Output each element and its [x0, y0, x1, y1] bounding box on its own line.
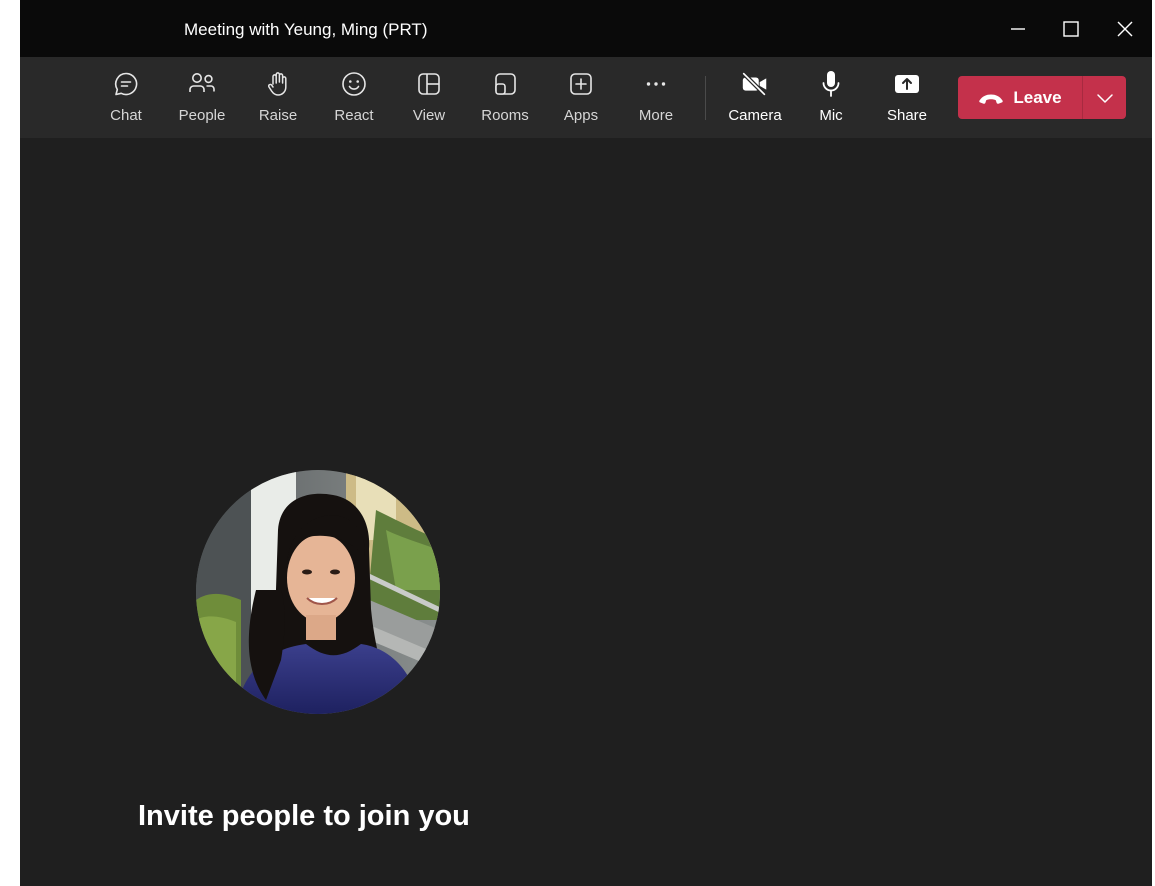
more-label: More — [638, 107, 674, 124]
react-button[interactable]: React — [319, 69, 389, 131]
chat-icon — [114, 72, 138, 96]
mic-button[interactable]: Mic — [796, 69, 866, 131]
meeting-toolbar: Chat People Raise React View Rooms Apps … — [20, 57, 1152, 138]
people-button[interactable]: People — [167, 69, 237, 131]
react-label: React — [334, 107, 374, 124]
leave-label: Leave — [1013, 87, 1062, 107]
mic-icon — [822, 71, 840, 97]
invite-people-text: Invite people to join you — [138, 800, 470, 832]
camera-button[interactable]: Camera — [720, 69, 790, 131]
maximize-button[interactable] — [1056, 14, 1086, 44]
rooms-icon — [495, 73, 516, 95]
window-title: Meeting with Yeung, Ming (PRT) — [184, 20, 428, 39]
share-label: Share — [886, 107, 928, 124]
view-label: View — [412, 107, 446, 124]
leave-button-group: Leave — [958, 76, 1126, 119]
raise-hand-icon — [267, 72, 287, 96]
chevron-down-icon — [1096, 93, 1113, 103]
minimize-button[interactable] — [1003, 14, 1033, 44]
share-screen-icon — [895, 75, 919, 93]
rooms-label: Rooms — [481, 107, 529, 124]
mic-label: Mic — [819, 107, 843, 124]
camera-off-icon — [742, 72, 767, 96]
leave-options-dropdown[interactable] — [1083, 76, 1126, 119]
minimize-icon — [1011, 28, 1025, 30]
meeting-window: Meeting with Yeung, Ming (PRT) Chat Peop… — [20, 0, 1152, 886]
maximize-icon — [1063, 21, 1079, 37]
raise-hand-button[interactable]: Raise — [243, 69, 313, 131]
close-icon — [1117, 21, 1133, 37]
smiley-icon — [342, 72, 366, 96]
apps-label: Apps — [563, 107, 599, 124]
view-button[interactable]: View — [394, 69, 464, 131]
more-button[interactable]: More — [621, 69, 691, 131]
rooms-button[interactable]: Rooms — [470, 69, 540, 131]
title-bar: Meeting with Yeung, Ming (PRT) — [20, 0, 1152, 57]
close-button[interactable] — [1110, 14, 1140, 44]
view-grid-icon — [418, 73, 440, 95]
plus-box-icon — [570, 73, 592, 95]
toolbar-divider — [705, 76, 706, 120]
people-icon — [189, 73, 215, 92]
camera-label: Camera — [728, 107, 782, 124]
phone-hangup-icon — [979, 94, 1004, 104]
people-label: People — [178, 107, 226, 124]
raise-label: Raise — [258, 107, 298, 124]
share-button[interactable]: Share — [872, 69, 942, 131]
chat-label: Chat — [110, 107, 142, 124]
more-dots-icon — [646, 82, 666, 86]
apps-button[interactable]: Apps — [546, 69, 616, 131]
participant-avatar — [196, 470, 440, 714]
leave-button[interactable]: Leave — [958, 76, 1082, 119]
chat-button[interactable]: Chat — [91, 69, 161, 131]
